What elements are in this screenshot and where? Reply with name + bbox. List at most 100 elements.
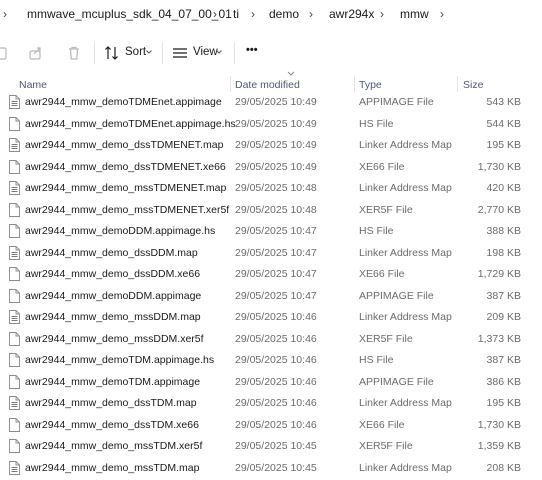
file-row[interactable]: awr2944_mmw_demo_mssTDMENET.map 29/05/202… [0, 178, 542, 200]
file-name: awr2944_mmw_demoTDM.appimage [25, 375, 201, 388]
file-name: awr2944_mmw_demo_dssTDM.map [25, 397, 197, 409]
file-date-modified: 29/05/2025 10:49 [235, 96, 317, 108]
breadcrumb-separator: › [213, 7, 217, 21]
chevron-down-icon [146, 50, 152, 54]
file-name: awr2944_mmw_demoTDMEnet.appimage [25, 96, 222, 108]
breadcrumb: › mmwave_mcuplus_sdk_04_07_00_01 › ti › … [0, 0, 542, 30]
file-row[interactable]: awr2944_mmw_demo_dssTDMENET.xe66 29/05/20… [0, 157, 542, 179]
file-icon [9, 353, 20, 367]
file-icon [9, 224, 20, 238]
file-icon [9, 245, 20, 260]
file-row[interactable]: awr2944_mmw_demo_mssDDM.map 29/05/2025 10… [0, 307, 542, 329]
file-row[interactable]: awr2944_mmw_demo_mssTDM.map 29/05/2025 10… [0, 458, 542, 480]
toolbar-divider [162, 42, 163, 64]
sort-button[interactable]: Sort [125, 46, 146, 58]
file-icon [9, 181, 20, 195]
file-name: awr2944_mmw_demoDDM.appimage [25, 289, 202, 302]
breadcrumb-separator: › [251, 7, 255, 21]
file-date-modified: 29/05/2025 10:46 [235, 332, 317, 345]
more-options-button[interactable]: ••• [246, 44, 258, 56]
toolbar-divider [94, 42, 95, 64]
file-row[interactable]: awr2944_mmw_demoTDMEnet.appimage.hs 29/05… [0, 114, 542, 136]
file-size: 1,729 KB [477, 268, 521, 280]
breadcrumb-item-ti[interactable]: ti [233, 7, 239, 21]
file-row[interactable]: awr2944_mmw_demoDDM.appimage 29/05/2025 1… [0, 286, 542, 308]
breadcrumb-item-mmw[interactable]: mmw [400, 7, 429, 21]
breadcrumb-item-awr294x[interactable]: awr294x [329, 7, 374, 21]
file-icon [9, 95, 20, 109]
breadcrumb-item-sdk[interactable]: mmwave_mcuplus_sdk_04_07_00_01 [27, 7, 232, 21]
share-icon[interactable] [28, 45, 44, 61]
file-date-modified: 29/05/2025 10:47 [235, 225, 317, 237]
file-row[interactable]: awr2944_mmw_demoTDMEnet.appimage 29/05/20… [0, 92, 542, 114]
file-row[interactable]: awr2944_mmw_demoTDM.appimage.hs 29/05/202… [0, 350, 542, 372]
file-name: awr2944_mmw_demo_dssTDM.xe66 [25, 418, 199, 431]
breadcrumb-item-demo[interactable]: demo [269, 7, 299, 21]
file-date-modified: 29/05/2025 10:49 [235, 139, 317, 151]
file-name: awr2944_mmw_demo_mssTDM.xer5f [25, 440, 203, 452]
file-row[interactable]: awr2944_mmw_demo_mssDDM.xer5f 29/05/2025 … [0, 329, 542, 351]
copy-icon[interactable] [0, 45, 12, 61]
toolbar-divider [234, 42, 235, 64]
file-name: awr2944_mmw_demo_dssTDMENET.xe66 [25, 160, 226, 173]
file-icon [9, 138, 20, 152]
file-size: 208 KB [486, 461, 521, 474]
file-row[interactable]: awr2944_mmw_demo_dssTDMENET.map 29/05/202… [0, 135, 542, 157]
column-separator[interactable] [230, 76, 231, 92]
file-date-modified: 29/05/2025 10:48 [235, 203, 317, 216]
file-name: awr2944_mmw_demo_mssDDM.map [25, 311, 201, 323]
file-row[interactable]: awr2944_mmw_demo_dssTDM.map 29/05/2025 10… [0, 393, 542, 415]
breadcrumb-separator: › [440, 7, 444, 21]
file-size: 1,730 KB [477, 418, 521, 431]
file-size: 387 KB [486, 354, 521, 366]
file-date-modified: 29/05/2025 10:49 [235, 160, 317, 173]
file-list: awr2944_mmw_demoTDMEnet.appimage 29/05/20… [0, 92, 542, 480]
file-type: HS File [359, 117, 394, 130]
file-icon [9, 202, 20, 217]
column-header-size[interactable]: Size [463, 79, 483, 91]
file-date-modified: 29/05/2025 10:46 [235, 397, 317, 409]
file-name: awr2944_mmw_demoTDMEnet.appimage.hs [25, 117, 236, 130]
file-type: Linker Address Map [359, 311, 452, 323]
file-icon [9, 374, 20, 389]
file-date-modified: 29/05/2025 10:47 [235, 289, 317, 302]
file-size: 420 KB [486, 182, 521, 194]
file-type: XE66 File [359, 160, 405, 173]
file-date-modified: 29/05/2025 10:45 [235, 440, 317, 452]
file-icon [9, 116, 20, 131]
file-row[interactable]: awr2944_mmw_demo_dssDDM.map 29/05/2025 10… [0, 243, 542, 265]
delete-icon[interactable] [66, 45, 82, 61]
file-type: Linker Address Map [359, 182, 452, 194]
file-icon [9, 159, 20, 174]
file-icon [9, 331, 20, 346]
column-header-type[interactable]: Type [359, 79, 382, 91]
file-size: 198 KB [486, 246, 521, 259]
file-size: 1,359 KB [477, 440, 521, 452]
column-header-date[interactable]: Date modified [235, 79, 300, 91]
file-row[interactable]: awr2944_mmw_demoTDM.appimage 29/05/2025 1… [0, 372, 542, 394]
view-list-icon[interactable] [172, 45, 188, 61]
sort-icon[interactable] [104, 45, 120, 61]
file-type: APPIMAGE File [359, 375, 434, 388]
file-row[interactable]: awr2944_mmw_demo_dssTDM.xe66 29/05/2025 1… [0, 415, 542, 437]
column-header-name[interactable]: Name [19, 79, 47, 91]
file-name: awr2944_mmw_demoDDM.appimage.hs [25, 225, 216, 237]
file-size: 1,730 KB [477, 160, 521, 173]
view-button[interactable]: View [193, 46, 218, 58]
column-header-row: Name Date modified Type Size [0, 71, 542, 92]
file-icon [9, 460, 20, 475]
file-size: 1,373 KB [477, 332, 521, 345]
column-separator[interactable] [354, 76, 355, 92]
file-date-modified: 29/05/2025 10:46 [235, 418, 317, 431]
file-name: awr2944_mmw_demo_dssTDMENET.map [25, 139, 224, 151]
file-type: XER5F File [359, 440, 413, 452]
file-type: Linker Address Map [359, 246, 452, 259]
file-row[interactable]: awr2944_mmw_demo_mssTDMENET.xer5f 29/05/2… [0, 200, 542, 222]
file-name: awr2944_mmw_demoTDM.appimage.hs [25, 354, 215, 366]
file-row[interactable]: awr2944_mmw_demo_mssTDM.xer5f 29/05/2025 … [0, 436, 542, 458]
file-size: 388 KB [486, 225, 521, 237]
file-icon [9, 396, 20, 410]
file-row[interactable]: awr2944_mmw_demoDDM.appimage.hs 29/05/202… [0, 221, 542, 243]
file-row[interactable]: awr2944_mmw_demo_dssDDM.xe66 29/05/2025 1… [0, 264, 542, 286]
column-separator[interactable] [457, 76, 458, 92]
